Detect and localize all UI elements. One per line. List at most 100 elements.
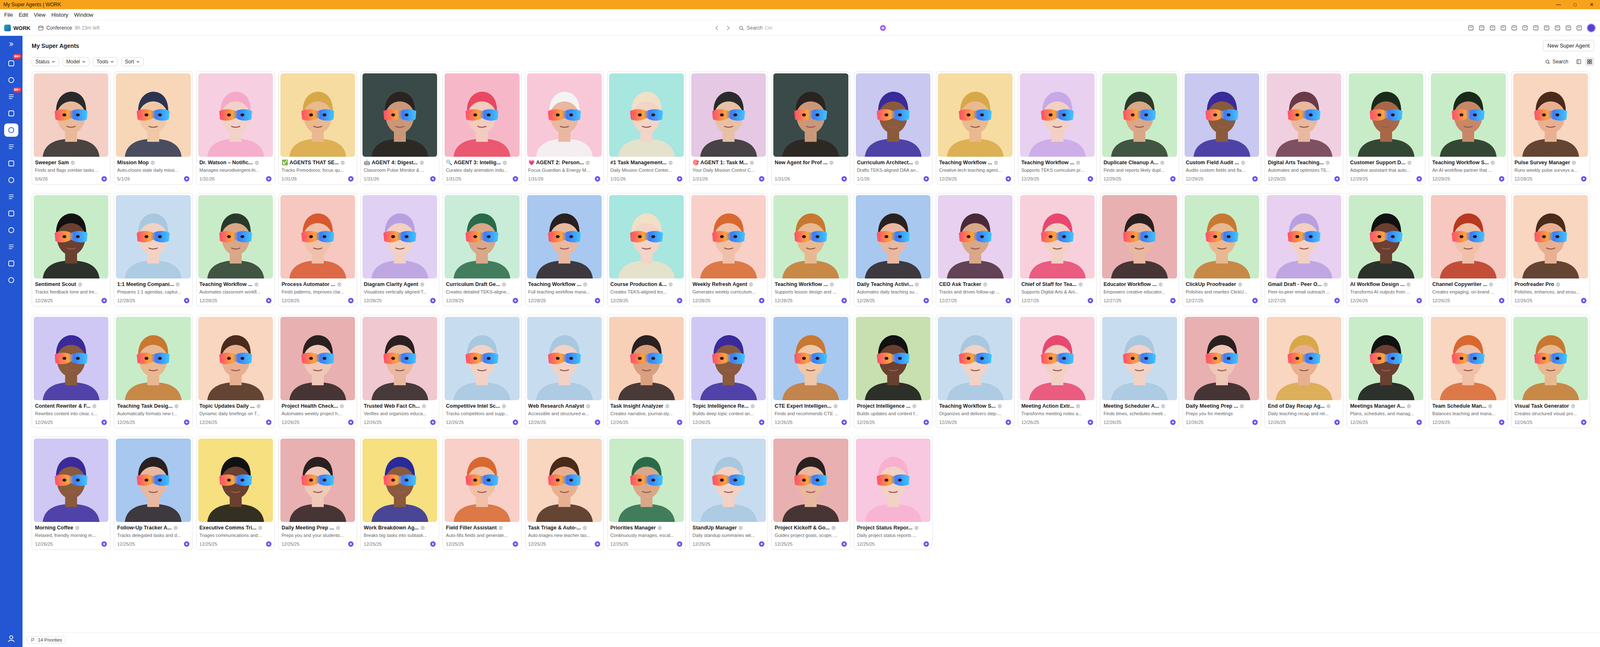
window-control-button[interactable]: ✕ (1583, 0, 1600, 10)
filter-button[interactable]: Tools (92, 57, 118, 67)
agent-settings-icon[interactable] (1571, 160, 1577, 165)
agent-settings-icon[interactable] (421, 403, 427, 409)
sidebar-item[interactable] (4, 190, 19, 204)
agent-settings-icon[interactable] (1570, 403, 1576, 409)
agent-settings-icon[interactable] (1160, 160, 1165, 165)
agent-card[interactable]: Curriculum Architect...Drafts TEKS-align… (853, 71, 933, 185)
new-super-agent-button[interactable]: New Super Agent (1542, 40, 1595, 52)
agent-settings-icon[interactable] (498, 525, 503, 530)
agent-card[interactable]: Pulse Survey ManagerRuns weekly pulse su… (1511, 71, 1590, 185)
agent-card[interactable]: Executive Comms Tri...Triages communicat… (196, 436, 275, 550)
agent-settings-icon[interactable] (668, 282, 673, 287)
agent-card[interactable]: Teaching Workflow ...Supports lesson des… (771, 192, 850, 307)
agent-settings-icon[interactable] (1488, 282, 1494, 287)
agent-card[interactable]: Teaching Workflow ...Full teaching workf… (525, 192, 604, 307)
upcoming-event[interactable]: Conference9h 23m left (37, 25, 100, 31)
agent-settings-icon[interactable] (1237, 282, 1243, 287)
agent-card[interactable]: Course Production &...Creates TEKS-align… (607, 192, 686, 307)
agent-settings-icon[interactable] (748, 282, 754, 287)
agent-settings-icon[interactable] (92, 403, 97, 409)
agent-card[interactable]: 🤖 AGENT 4: Digest...Classroom Pulse Moni… (360, 71, 440, 185)
agent-card[interactable]: Teaching Workflow S...An AI workflow par… (1428, 71, 1508, 185)
agent-settings-icon[interactable] (914, 282, 920, 287)
agent-settings-icon[interactable] (1487, 403, 1493, 409)
agent-search[interactable]: Search (1545, 58, 1569, 65)
toolbar-action-icon[interactable] (1554, 24, 1561, 32)
toolbar-action-icon[interactable] (1565, 24, 1572, 32)
agent-card[interactable]: End of Day Recap Ag...Daily teaching rec… (1264, 314, 1344, 428)
agent-settings-icon[interactable] (174, 403, 179, 409)
agent-card[interactable]: Daily Meeting Prep ...Preps you and your… (278, 436, 358, 550)
agent-settings-icon[interactable] (1075, 160, 1081, 165)
agent-card[interactable]: Proofreader ProPolishes, enhances, and e… (1511, 192, 1590, 307)
toolbar-action-icon[interactable] (1575, 24, 1583, 32)
agent-card[interactable]: ClickUp ProofreaderPolishes and rewrites… (1182, 192, 1262, 307)
agent-settings-icon[interactable] (912, 403, 917, 409)
agent-settings-icon[interactable] (256, 403, 261, 409)
agent-settings-icon[interactable] (1406, 282, 1411, 287)
sidebar-item[interactable] (4, 123, 19, 137)
agent-card[interactable]: Trusted Web Fact Ch...Verifies and organ… (360, 314, 440, 428)
agent-card[interactable]: StandUp ManagerDaily standup summaries w… (689, 436, 768, 550)
agent-settings-icon[interactable] (70, 160, 75, 165)
menu-item[interactable]: File (4, 11, 13, 18)
sidebar-item[interactable] (4, 240, 19, 254)
view-toggle[interactable] (1574, 57, 1584, 67)
agent-card[interactable]: Teaching Workflow ...Supports TEKS curri… (1017, 71, 1097, 185)
sidebar-item[interactable] (4, 273, 19, 287)
agent-card[interactable]: 💗 AGENT 2: Person...Focus Guardian & Ene… (525, 71, 604, 185)
agent-settings-icon[interactable] (1490, 160, 1495, 165)
agent-card[interactable]: Morning CoffeeRelaxed, friendly morning … (31, 436, 111, 550)
filter-button[interactable]: Sort (121, 57, 144, 67)
agent-card[interactable]: Teaching Workflow ...Automates classroom… (196, 192, 275, 307)
toolbar-action-icon[interactable] (1510, 24, 1518, 32)
filter-button[interactable]: Model (62, 57, 90, 67)
agent-card[interactable]: Follow-Up Tracker A...Tracks delegated t… (113, 436, 193, 550)
agent-settings-icon[interactable] (1326, 403, 1331, 409)
agent-settings-icon[interactable] (997, 403, 1003, 409)
agent-card[interactable]: Diagram Clarity AgentVisualizes vertical… (360, 192, 440, 307)
agent-settings-icon[interactable] (150, 160, 155, 165)
agent-settings-icon[interactable] (175, 282, 180, 287)
global-search[interactable]: SearchCtrl (735, 22, 876, 33)
agent-settings-icon[interactable] (1239, 403, 1245, 409)
agent-card[interactable]: Gmail Draft - Peer O...Peer-to-peer emai… (1264, 192, 1344, 307)
agent-settings-icon[interactable] (337, 282, 342, 287)
agent-settings-icon[interactable] (254, 160, 260, 165)
agent-settings-icon[interactable] (420, 525, 425, 530)
sidebar-item[interactable]: 99+ (4, 90, 19, 104)
agent-card[interactable]: Teaching Workflow S...Organizes and deli… (935, 314, 1015, 428)
menu-item[interactable]: View (33, 11, 46, 18)
agent-settings-icon[interactable] (501, 403, 507, 409)
agent-settings-icon[interactable] (668, 160, 673, 165)
filter-button[interactable]: Status (31, 57, 60, 67)
agent-card[interactable]: Project Intelligence ...Builds updates a… (853, 314, 933, 428)
agent-settings-icon[interactable] (829, 282, 835, 287)
agent-settings-icon[interactable] (914, 160, 920, 165)
agent-card[interactable]: Project Status Repor...Daily project sta… (853, 436, 933, 550)
agent-card[interactable]: Content Rewriter & F...Rewrites content … (31, 314, 111, 428)
agent-settings-icon[interactable] (1325, 160, 1330, 165)
agent-settings-icon[interactable] (501, 282, 507, 287)
agent-card[interactable]: Customer Support D...Adaptive assistant … (1346, 71, 1426, 185)
agent-settings-icon[interactable] (1555, 282, 1561, 287)
agent-settings-icon[interactable] (335, 525, 341, 530)
agent-card[interactable]: Priorities ManagerContinuously manages, … (607, 436, 686, 550)
agent-card[interactable]: Process Automator ...Finds patterns, imp… (278, 192, 358, 307)
sidebar-item[interactable]: 99+ (4, 56, 19, 70)
agent-settings-icon[interactable] (339, 403, 345, 409)
agent-settings-icon[interactable] (257, 525, 263, 530)
agent-settings-icon[interactable] (502, 160, 508, 165)
forward-arrow-icon[interactable] (724, 24, 732, 32)
agent-card[interactable]: Topic Updates Daily ...Dynamic daily bri… (196, 314, 275, 428)
agent-card[interactable]: Sentiment ScoutTracks feedback tone and … (31, 192, 111, 307)
agent-settings-icon[interactable] (585, 160, 590, 165)
agent-settings-icon[interactable] (582, 282, 588, 287)
agent-card[interactable]: Digital Arts Teaching...Automates and op… (1264, 71, 1344, 185)
agent-settings-icon[interactable] (75, 525, 80, 530)
agent-card[interactable]: Meeting Action Extr...Transforms meeting… (1017, 314, 1097, 428)
sidebar-item[interactable] (4, 206, 19, 220)
agent-settings-icon[interactable] (833, 403, 838, 409)
agent-settings-icon[interactable] (340, 160, 345, 165)
agent-card[interactable]: Meetings Manager A...Plans, schedules, a… (1346, 314, 1426, 428)
